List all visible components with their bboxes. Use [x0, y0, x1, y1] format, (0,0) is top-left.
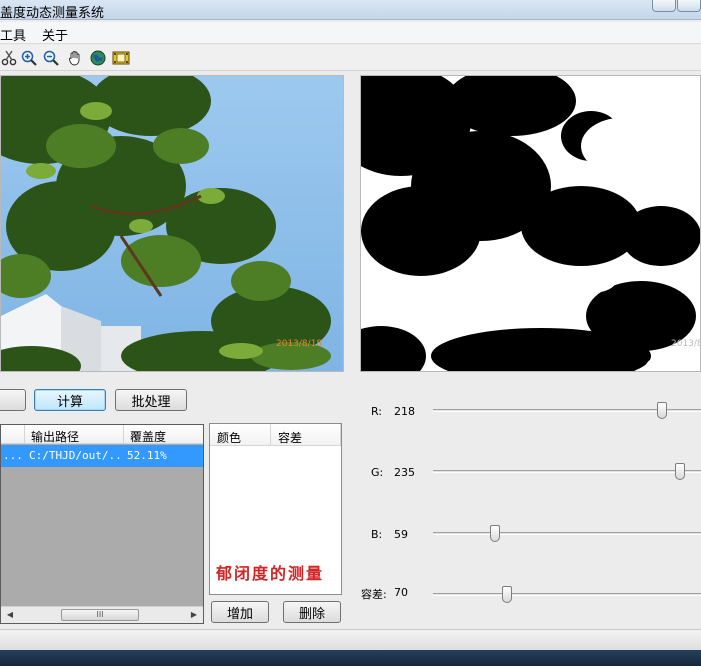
scroll-right-icon[interactable]: ▶ [187, 609, 201, 621]
slider-tolerance-track[interactable] [433, 593, 701, 596]
globe-icon[interactable] [89, 49, 107, 67]
table-row[interactable]: ... C:/THJD/out/... 52.11% [1, 445, 203, 467]
binary-date-stamp: 2013/8 [671, 339, 701, 349]
status-bar [0, 629, 701, 650]
menu-about[interactable]: 关于 [42, 25, 68, 44]
slider-tolerance-thumb[interactable] [502, 586, 512, 603]
result-list[interactable]: 输出路径 覆盖度 ... C:/THJD/out/... 52.11% ◀ II… [0, 424, 204, 624]
title-bar: 盖度动态测量系统 [0, 0, 701, 21]
scroll-thumb[interactable]: III [61, 609, 139, 621]
window-title: 盖度动态测量系统 [0, 6, 105, 21]
add-button[interactable]: 增加 [211, 601, 269, 623]
delete-button[interactable]: 删除 [283, 601, 341, 623]
column-header-coverage[interactable]: 覆盖度 [124, 425, 203, 444]
original-photo: 2013/8/18 [1, 76, 343, 371]
scissors-icon[interactable] [0, 49, 18, 67]
taskbar-strip [0, 650, 701, 666]
column-header-output-path[interactable]: 输出路径 [25, 425, 124, 444]
row-lead-cell: ... [3, 449, 23, 462]
column-header-tolerance[interactable]: 容差 [271, 424, 341, 446]
column-header-color[interactable]: 颜色 [210, 424, 271, 446]
maximize-button[interactable] [677, 0, 701, 12]
binary-image-panel: 2013/8 [360, 75, 701, 372]
pan-hand-icon[interactable] [66, 49, 84, 67]
row-output-path-cell: C:/THJD/out/... [29, 449, 123, 462]
original-image-panel: 2013/8/18 [0, 75, 344, 372]
binary-photo: 2013/8 [361, 76, 701, 371]
menu-tools[interactable]: 工具 [0, 25, 26, 44]
film-icon[interactable] [112, 49, 130, 67]
slider-b-value: 59 [394, 528, 408, 541]
horizontal-scrollbar[interactable]: ◀ III ▶ [1, 606, 203, 623]
slider-tolerance-label: 容差: [361, 588, 387, 601]
slider-r-thumb[interactable] [657, 402, 667, 419]
menu-bar: 工具 关于 [0, 22, 701, 44]
slider-r-value: 218 [394, 405, 415, 418]
open-button-partial[interactable] [0, 389, 26, 411]
canopy-closure-annotation: 郁闭度的测量 [216, 564, 325, 583]
slider-g-thumb[interactable] [675, 463, 685, 480]
slider-r-label: R: [371, 405, 383, 418]
photo-date-stamp: 2013/8/18 [276, 339, 322, 349]
zoom-in-icon[interactable] [20, 49, 38, 67]
column-header-blank[interactable] [1, 425, 25, 444]
result-list-header: 输出路径 覆盖度 [1, 425, 203, 444]
zoom-out-icon[interactable] [42, 49, 60, 67]
slider-b-label: B: [371, 528, 383, 541]
slider-g-track[interactable] [433, 470, 701, 473]
color-list[interactable]: 颜色 容差 郁闭度的测量 [209, 423, 342, 595]
batch-process-button[interactable]: 批处理 [115, 389, 187, 411]
calculate-button[interactable]: 计算 [34, 389, 106, 411]
toolbar [0, 45, 701, 71]
slider-b-track[interactable] [433, 532, 701, 535]
slider-tolerance-value: 70 [394, 586, 408, 599]
scroll-left-icon[interactable]: ◀ [3, 609, 17, 621]
slider-g-label: G: [371, 466, 384, 479]
minimize-button[interactable] [652, 0, 676, 12]
color-list-header: 颜色 容差 [210, 424, 341, 446]
slider-g-value: 235 [394, 466, 415, 479]
row-coverage-cell: 52.11% [127, 449, 167, 462]
slider-b-thumb[interactable] [490, 525, 500, 542]
